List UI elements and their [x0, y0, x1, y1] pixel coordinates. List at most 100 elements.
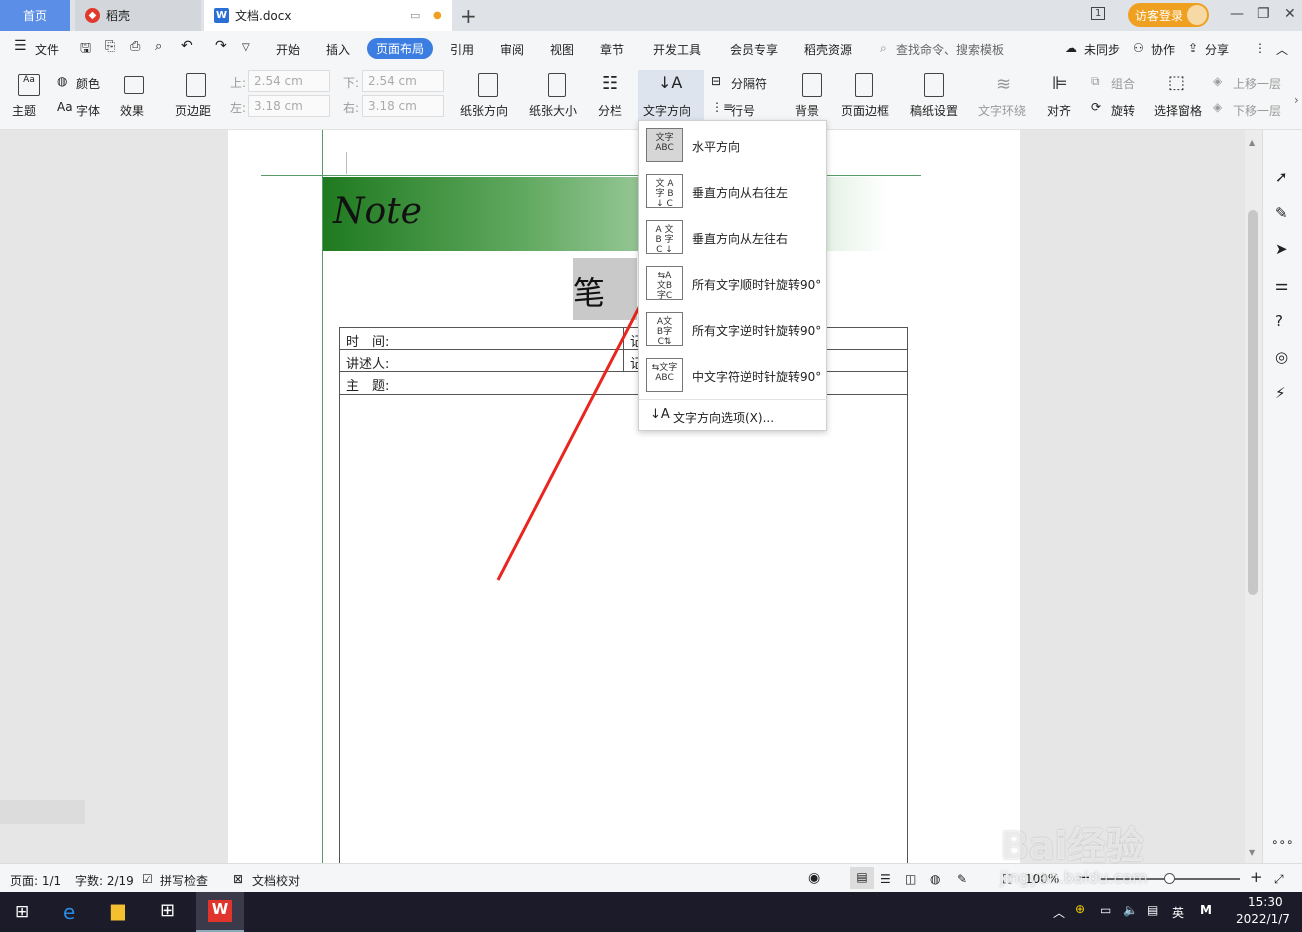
dd-vertical-rtl[interactable]: 文 A字 B ↓ C 垂直方向从右往左: [639, 169, 827, 213]
tab-daoke[interactable]: ◆ 稻壳: [75, 0, 201, 31]
text-direction-button[interactable]: ↓A 文字方向: [638, 70, 704, 125]
lightning-icon[interactable]: ⚡: [1275, 384, 1286, 402]
topic-cell[interactable]: 主 题:: [346, 375, 389, 394]
top-margin-input[interactable]: 2.54 cm: [248, 70, 330, 92]
sliders-icon[interactable]: ⚌: [1275, 276, 1288, 294]
scroll-thumb[interactable]: [1248, 210, 1258, 595]
theme-button[interactable]: 主题: [12, 102, 36, 119]
ime-mode-icon[interactable]: M: [1200, 903, 1212, 917]
dd-rotate-cw[interactable]: ⇆A 文B 字C 所有文字顺时针旋转90°: [639, 261, 827, 305]
effect-button[interactable]: 效果: [120, 102, 144, 119]
write-view-icon[interactable]: ✎: [957, 872, 967, 886]
reading-view-icon[interactable]: ◫: [905, 872, 916, 886]
save-icon[interactable]: 🖫: [80, 39, 91, 61]
collab-button[interactable]: 协作: [1151, 41, 1175, 58]
dd-options[interactable]: ↓A 文字方向选项(X)...: [639, 401, 827, 429]
windows-start-icon[interactable]: ⊞: [15, 902, 29, 922]
login-button[interactable]: 访客登录: [1128, 3, 1209, 27]
dd-chinese-rotate-ccw[interactable]: ⇆文字 ABC 中文字符逆时针旋转90°: [639, 353, 827, 397]
scroll-down-icon[interactable]: ▼: [1249, 848, 1255, 857]
page-view-icon[interactable]: ▤: [850, 867, 874, 889]
fullscreen-icon[interactable]: ⤢: [1274, 872, 1284, 887]
cursor-icon[interactable]: ➤: [1275, 240, 1288, 258]
wps-taskbar-button[interactable]: W: [196, 892, 244, 932]
time-cell[interactable]: 时 间:: [346, 331, 389, 350]
command-search[interactable]: 查找命令、搜索模板: [896, 41, 1004, 58]
preview-icon[interactable]: ⌕: [155, 39, 162, 54]
menu-chapter[interactable]: 章节: [600, 41, 624, 58]
vertical-scrollbar[interactable]: ▲ ▼: [1245, 130, 1262, 863]
left-margin-input[interactable]: 3.18 cm: [248, 95, 330, 117]
right-margin-input[interactable]: 3.18 cm: [362, 95, 444, 117]
bring-forward-button[interactable]: 上移一层: [1233, 75, 1281, 92]
more-chevron-icon[interactable]: ▽: [242, 42, 250, 53]
page-border-button[interactable]: 页面边框: [841, 102, 889, 119]
send-backward-button[interactable]: 下移一层: [1233, 102, 1281, 119]
zoom-in-icon[interactable]: +: [1250, 868, 1263, 886]
menu-start[interactable]: 开始: [276, 41, 300, 58]
menu-member[interactable]: 会员专享: [730, 41, 778, 58]
eye-icon[interactable]: ◉: [808, 870, 820, 886]
word-count[interactable]: 字数: 2/19: [75, 872, 134, 889]
bottom-margin-input[interactable]: 2.54 cm: [362, 70, 444, 92]
columns-button[interactable]: 分栏: [598, 102, 622, 119]
orientation-button[interactable]: 纸张方向: [460, 102, 508, 119]
web-view-icon[interactable]: ◍: [930, 872, 940, 886]
text-wrap-button[interactable]: 文字环绕: [978, 102, 1026, 119]
group-button[interactable]: 组合: [1111, 75, 1135, 92]
draft-paper-button[interactable]: 稿纸设置: [910, 102, 958, 119]
menu-daoke-resources[interactable]: 稻壳资源: [804, 41, 852, 58]
file-explorer-icon[interactable]: ▆: [111, 900, 125, 921]
new-tab-button[interactable]: +: [460, 4, 477, 28]
minimize-icon[interactable]: —: [1230, 6, 1244, 22]
outline-view-icon[interactable]: ☰: [880, 872, 891, 886]
background-button[interactable]: 背景: [795, 102, 819, 119]
selection-pane-button[interactable]: 选择窗格: [1154, 102, 1202, 119]
dd-vertical-ltr[interactable]: A 文B 字C ↓ 垂直方向从左往右: [639, 215, 827, 259]
pen-icon[interactable]: ✎: [1275, 204, 1288, 222]
menu-page-layout[interactable]: 页面布局: [367, 38, 434, 59]
monitor-icon[interactable]: ▭: [410, 9, 420, 22]
volume-icon[interactable]: 🔈: [1123, 903, 1138, 917]
font-button[interactable]: 字体: [76, 102, 100, 119]
document-page[interactable]: Note 笔 时 间: 讲述人: 主 题: 记 记: [228, 130, 1020, 867]
collapse-ribbon-icon[interactable]: ︿: [1276, 41, 1288, 58]
ribbon-scroll-right-icon[interactable]: ›: [1294, 93, 1299, 107]
spellcheck-button[interactable]: 拼写检查: [160, 872, 208, 889]
rocket-icon[interactable]: ➚: [1275, 168, 1288, 186]
hamburger-icon[interactable]: ☰: [14, 38, 27, 54]
scroll-up-icon[interactable]: ▲: [1249, 138, 1255, 147]
dd-rotate-ccw[interactable]: A文 B字 C⇅ 所有文字逆时针旋转90°: [639, 307, 827, 351]
color-button[interactable]: 颜色: [76, 75, 100, 92]
line-number-button[interactable]: 行号: [731, 102, 755, 119]
menu-review[interactable]: 审阅: [500, 41, 524, 58]
sync-status[interactable]: 未同步: [1084, 41, 1120, 58]
dd-horizontal[interactable]: 文字 ABC 水平方向: [639, 123, 827, 167]
rotate-button[interactable]: 旋转: [1111, 102, 1135, 119]
gamepad-icon[interactable]: ◎: [1275, 348, 1288, 366]
menu-references[interactable]: 引用: [450, 41, 474, 58]
more-icon[interactable]: ⋮: [1254, 41, 1266, 55]
speaker-cell[interactable]: 讲述人:: [346, 353, 389, 372]
edge-icon[interactable]: e: [63, 900, 75, 924]
page-count[interactable]: 页面: 1/1: [10, 872, 61, 889]
menu-dev-tools[interactable]: 开发工具: [653, 41, 701, 58]
tray-plus-icon[interactable]: ⊕: [1075, 902, 1085, 916]
zoom-slider-thumb[interactable]: [1164, 873, 1175, 884]
close-icon[interactable]: ✕: [1284, 6, 1296, 22]
proofread-button[interactable]: 文档校对: [252, 872, 300, 889]
notification-icon[interactable]: ▤: [1147, 903, 1158, 917]
align-button[interactable]: 对齐: [1047, 102, 1071, 119]
margin-button[interactable]: 页边距: [175, 102, 211, 119]
undo-icon[interactable]: ↶: [181, 38, 193, 54]
ime-indicator[interactable]: 英: [1172, 904, 1184, 921]
print-icon[interactable]: ⎙: [130, 39, 140, 54]
export-icon[interactable]: ⎘: [105, 39, 115, 54]
clock-time[interactable]: 15:30: [1248, 895, 1283, 909]
tray-up-icon[interactable]: ︿: [1053, 904, 1065, 921]
menu-view[interactable]: 视图: [550, 41, 574, 58]
more-dots-icon[interactable]: ∘∘∘: [1271, 835, 1294, 849]
tab-home[interactable]: 首页: [0, 0, 70, 31]
paper-size-button[interactable]: 纸张大小: [529, 102, 577, 119]
restore-icon[interactable]: ❐: [1257, 6, 1270, 22]
